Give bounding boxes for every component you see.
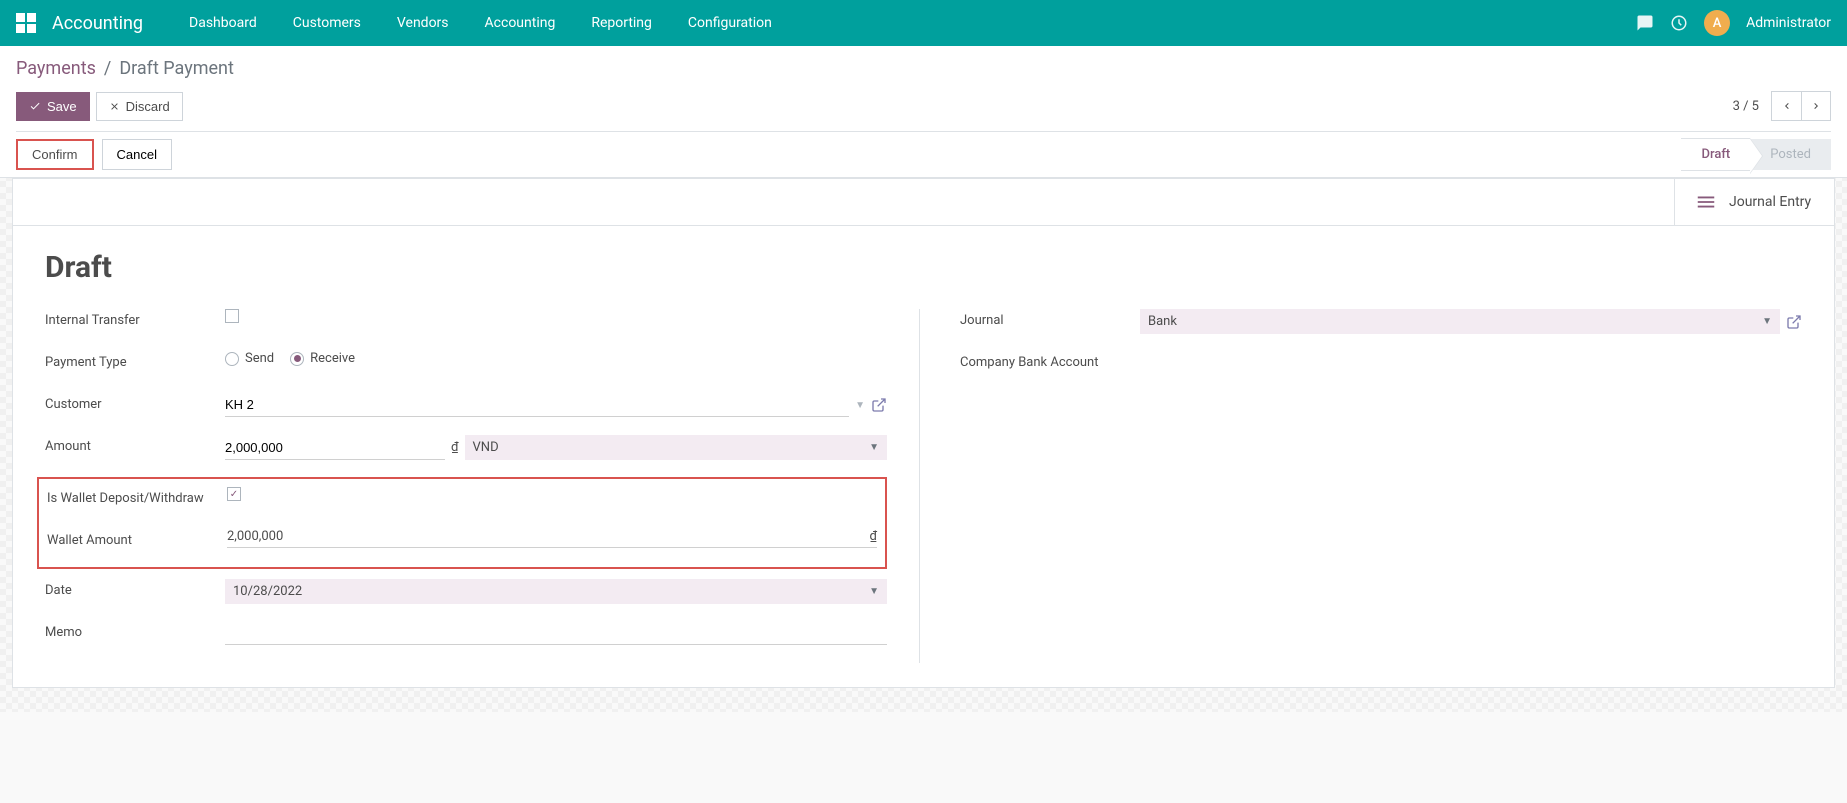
currency-select[interactable]: VND ▼ xyxy=(465,435,887,460)
customer-caret-icon[interactable]: ▼ xyxy=(855,400,865,411)
radio-receive-label: Receive xyxy=(310,351,355,366)
label-company-bank: Company Bank Account xyxy=(960,351,1140,370)
button-box: Journal Entry xyxy=(13,179,1834,226)
nav-right: A Administrator xyxy=(1636,10,1831,36)
chevron-down-icon: ▼ xyxy=(1762,316,1772,327)
discard-label: Discard xyxy=(126,99,170,114)
brand-title[interactable]: Accounting xyxy=(52,13,143,34)
chevron-down-icon: ▼ xyxy=(869,586,879,597)
username[interactable]: Administrator xyxy=(1746,15,1831,31)
pager-text[interactable]: 3 / 5 xyxy=(1733,99,1759,114)
conversations-icon[interactable] xyxy=(1636,14,1654,32)
radio-receive[interactable]: Receive xyxy=(290,351,355,366)
pager-prev-button[interactable] xyxy=(1771,91,1801,121)
check-icon xyxy=(29,100,41,112)
wallet-section-highlight: Is Wallet Deposit/Withdraw Wallet Amount… xyxy=(37,477,887,569)
radio-send[interactable]: Send xyxy=(225,351,274,366)
label-amount: Amount xyxy=(45,435,225,454)
top-navbar: Accounting Dashboard Customers Vendors A… xyxy=(0,0,1847,46)
currency-value: VND xyxy=(473,440,499,455)
discard-button[interactable]: Discard xyxy=(96,92,183,121)
label-date: Date xyxy=(45,579,225,598)
breadcrumb-current: Draft Payment xyxy=(119,58,234,79)
status-draft[interactable]: Draft xyxy=(1681,138,1750,171)
save-label: Save xyxy=(47,99,77,114)
journal-entry-button[interactable]: Journal Entry xyxy=(1674,179,1834,225)
save-button[interactable]: Save xyxy=(16,92,90,121)
nav-link-dashboard[interactable]: Dashboard xyxy=(171,0,275,46)
label-wallet-amount: Wallet Amount xyxy=(47,529,227,548)
amount-input[interactable] xyxy=(225,436,445,460)
radio-receive-dot xyxy=(290,352,304,366)
control-panel: Payments / Draft Payment Save Discard 3 … xyxy=(0,46,1847,178)
nav-link-vendors[interactable]: Vendors xyxy=(379,0,467,46)
radio-send-dot xyxy=(225,352,239,366)
chevron-left-icon xyxy=(1781,100,1793,112)
label-internal-transfer: Internal Transfer xyxy=(45,309,225,328)
journal-select[interactable]: Bank ▼ xyxy=(1140,309,1780,334)
avatar[interactable]: A xyxy=(1704,10,1730,36)
label-memo: Memo xyxy=(45,621,225,640)
is-wallet-checkbox[interactable] xyxy=(227,487,241,501)
statusbar: Confirm Cancel Draft Posted xyxy=(16,131,1831,177)
nav-link-reporting[interactable]: Reporting xyxy=(573,0,670,46)
breadcrumb-sep: / xyxy=(104,58,111,79)
currency-symbol: ₫ xyxy=(451,440,459,455)
breadcrumb: Payments / Draft Payment xyxy=(16,58,1831,79)
breadcrumb-parent[interactable]: Payments xyxy=(16,58,96,79)
wallet-currency-symbol: ₫ xyxy=(869,529,877,544)
customer-input[interactable] xyxy=(225,393,849,417)
confirm-button[interactable]: Confirm xyxy=(16,139,94,170)
form-sheet: Journal Entry Draft Internal Transfer Pa… xyxy=(12,178,1835,688)
label-customer: Customer xyxy=(45,393,225,412)
sheet-background: Journal Entry Draft Internal Transfer Pa… xyxy=(0,178,1847,712)
date-value: 10/28/2022 xyxy=(233,584,302,599)
nav-link-configuration[interactable]: Configuration xyxy=(670,0,790,46)
date-input[interactable]: 10/28/2022 ▼ xyxy=(225,579,887,604)
external-link-icon[interactable] xyxy=(1786,314,1802,330)
label-payment-type: Payment Type xyxy=(45,351,225,370)
close-icon xyxy=(109,101,120,112)
journal-entry-label: Journal Entry xyxy=(1729,194,1811,210)
nav-link-customers[interactable]: Customers xyxy=(275,0,379,46)
chevron-down-icon: ▼ xyxy=(869,442,879,453)
journal-value: Bank xyxy=(1148,314,1177,329)
external-link-icon[interactable] xyxy=(871,397,887,413)
activities-icon[interactable] xyxy=(1670,14,1688,32)
nav-links: Dashboard Customers Vendors Accounting R… xyxy=(171,0,790,46)
memo-input[interactable] xyxy=(225,621,887,645)
nav-link-accounting[interactable]: Accounting xyxy=(467,0,574,46)
pager-next-button[interactable] xyxy=(1801,91,1831,121)
radio-send-label: Send xyxy=(245,351,274,366)
page-title: Draft xyxy=(45,250,1802,285)
label-is-wallet: Is Wallet Deposit/Withdraw xyxy=(47,487,227,506)
label-journal: Journal xyxy=(960,309,1140,328)
wallet-amount-value[interactable]: 2,000,000 xyxy=(227,529,283,544)
cancel-button[interactable]: Cancel xyxy=(102,139,172,170)
apps-icon[interactable] xyxy=(16,13,36,33)
internal-transfer-checkbox[interactable] xyxy=(225,309,239,323)
bars-icon xyxy=(1695,191,1717,213)
chevron-right-icon xyxy=(1810,100,1822,112)
